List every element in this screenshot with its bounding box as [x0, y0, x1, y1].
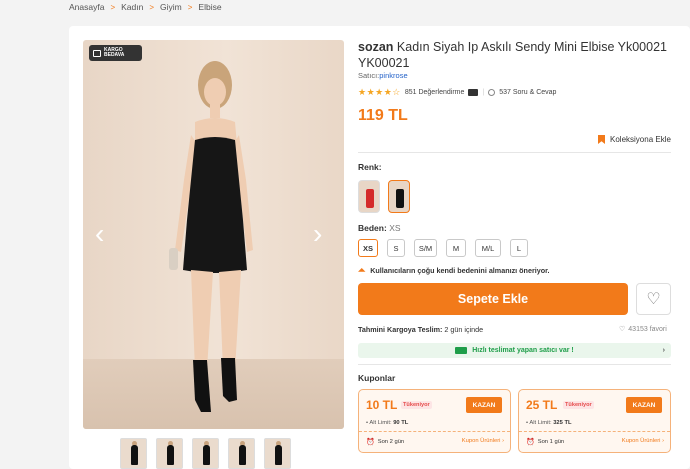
coupon-amount: 10 TL [366, 398, 398, 412]
coupon-card: 25 TL Tükeniyor KAZAN • Alt Limit: 325 T… [518, 389, 671, 453]
favorite-count-text: 43153 favori [628, 325, 667, 333]
product-image[interactable]: KARGO BEDAVA ‹ › [83, 40, 344, 429]
qa-icon [488, 89, 496, 96]
thumbnail[interactable] [228, 438, 255, 469]
breadcrumb-dress[interactable]: Elbise [198, 2, 221, 12]
rating-separator: | [482, 89, 485, 96]
size-option[interactable]: L [510, 239, 528, 257]
product-name: Kadın Siyah Ip Askılı Sendy Mini Elbise … [358, 40, 667, 70]
thumbnail[interactable] [264, 438, 291, 469]
selected-size: XS [389, 223, 401, 233]
reviews-link[interactable]: 851 Değerlendirme [405, 89, 465, 96]
size-option[interactable]: S [387, 239, 405, 257]
color-swatch-black[interactable] [388, 180, 410, 213]
coupon-tag: Tükeniyor [563, 401, 594, 409]
alarm-icon: ⏰ [526, 439, 535, 446]
divider [358, 152, 671, 153]
size-option[interactable]: XS [358, 239, 378, 257]
delivery-estimate: Tahmini Kargoya Teslim: 2 gün içinde [358, 325, 483, 334]
heart-icon: ♡ [619, 326, 626, 333]
badge-line2: BEDAVA [104, 52, 125, 58]
coupons-title: Kuponlar [358, 373, 396, 383]
size-option[interactable]: M [446, 239, 466, 257]
coupon-amount: 25 TL [526, 398, 558, 412]
coupon-products-link[interactable]: Kupon Ürünleri › [462, 438, 504, 444]
qa-link[interactable]: 537 Soru & Cevap [499, 89, 556, 96]
breadcrumb-clothing[interactable]: Giyim [160, 2, 182, 12]
coupon-limit: • Alt Limit: 90 TL [366, 420, 409, 426]
thumbnail[interactable] [120, 438, 147, 469]
size-label: Beden: XS [358, 223, 401, 233]
breadcrumb: Anasayfa > Kadın > Giyim > Elbise [69, 0, 222, 14]
seller-info: Satıcı:pinkrose [358, 71, 408, 80]
coupon-products-link[interactable]: Kupon Ürünleri › [622, 438, 664, 444]
chevron-right-icon: > [149, 2, 155, 12]
size-hint-text: Kullanıcıların çoğu kendi bedenini alman… [370, 266, 550, 275]
size-hint: ⏶ Kullanıcıların çoğu kendi bedenini alm… [358, 265, 550, 276]
collection-label: Koleksiyona Ekle [610, 135, 671, 144]
rating-row: ★★★★☆ 851 Değerlendirme | 537 Soru & Cev… [358, 87, 556, 98]
add-to-cart-button[interactable]: Sepete Ekle [358, 283, 628, 315]
heart-icon: ♡ [646, 291, 661, 308]
favorite-count: ♡ 43153 favori [619, 325, 667, 334]
color-label: Renk: [358, 162, 382, 172]
size-option[interactable]: M/L [475, 239, 501, 257]
delivery-value: 2 gün içinde [444, 325, 484, 334]
chevron-right-icon: > [187, 2, 193, 12]
add-to-collection[interactable]: Koleksiyona Ekle [598, 135, 671, 144]
thumbnail[interactable] [192, 438, 219, 469]
fast-delivery-text: Hızlı teslimat yapan satıcı var ! [472, 347, 574, 354]
free-shipping-badge: KARGO BEDAVA [89, 45, 142, 61]
next-image-icon[interactable]: › [313, 220, 322, 248]
truck-icon [93, 49, 101, 57]
coupon-claim-button[interactable]: KAZAN [466, 397, 502, 413]
seller-prefix: Satıcı: [358, 71, 380, 80]
chevron-right-icon: > [110, 2, 116, 12]
breadcrumb-women[interactable]: Kadın [121, 2, 143, 12]
rating-stars: ★★★★☆ [358, 87, 401, 97]
bookmark-icon [598, 135, 605, 144]
truck-icon [455, 347, 468, 354]
brand-name[interactable]: sozan [358, 40, 393, 54]
model-photo [169, 61, 253, 412]
coupon-days: ⏰ Son 1 gün [526, 439, 565, 446]
hanger-icon: ⏶ [358, 265, 366, 275]
prev-image-icon[interactable]: ‹ [95, 220, 104, 248]
chevron-right-icon: › [662, 347, 665, 354]
size-selector: XS S S/M M M/L L [358, 239, 528, 257]
product-price: 119 TL [358, 107, 408, 124]
coupon-divider [359, 431, 510, 432]
thumbnail[interactable] [156, 438, 183, 469]
thumbnail-strip [120, 438, 291, 469]
coupon-limit: • Alt Limit: 325 TL [526, 420, 572, 426]
fast-delivery-banner[interactable]: Hızlı teslimat yapan satıcı var ! › [358, 343, 671, 358]
coupon-tag: Tükeniyor [401, 401, 432, 409]
alarm-icon: ⏰ [366, 439, 375, 446]
coupon-days: ⏰ Son 2 gün [366, 439, 405, 446]
divider [358, 364, 671, 365]
delivery-prefix: Tahmini Kargoya Teslim: [358, 325, 443, 334]
seller-link[interactable]: pinkrose [379, 71, 407, 80]
coupon-claim-button[interactable]: KAZAN [626, 397, 662, 413]
coupon-card: 10 TL Tükeniyor KAZAN • Alt Limit: 90 TL… [358, 389, 511, 453]
product-title: sozan Kadın Siyah Ip Askılı Sendy Mini E… [358, 39, 678, 71]
breadcrumb-home[interactable]: Anasayfa [69, 2, 104, 12]
size-option[interactable]: S/M [414, 239, 437, 257]
color-swatch-red[interactable] [358, 180, 380, 213]
coupon-divider [519, 431, 670, 432]
favorite-button[interactable]: ♡ [636, 283, 671, 315]
camera-icon [468, 89, 479, 96]
